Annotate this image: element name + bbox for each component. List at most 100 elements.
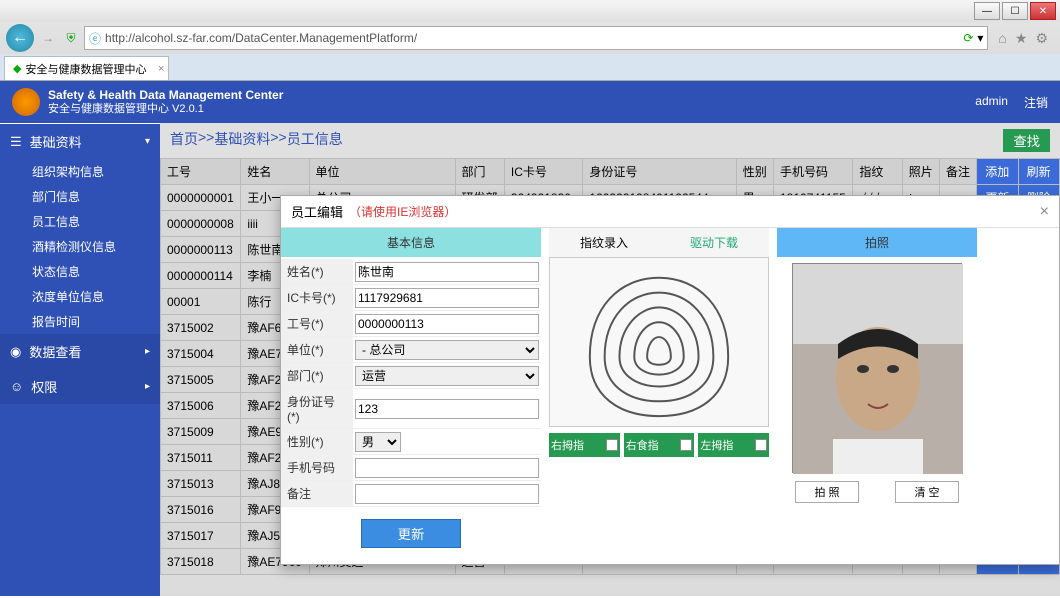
browser-tab[interactable]: ◆ 安全与健康数据管理中心 ×	[4, 56, 169, 80]
sidebar-item-6[interactable]: 报告时间	[0, 309, 160, 334]
col-header: 性别	[736, 159, 773, 185]
sidebar-cat-auth[interactable]: ☺ 权限 ▸	[0, 369, 160, 404]
finger-right-thumb-button[interactable]: 右拇指	[549, 433, 620, 457]
table-cell: 0000000113	[161, 237, 241, 263]
sidebar-item-0[interactable]: 组织架构信息	[0, 159, 160, 184]
nav-forward-button[interactable]: →	[38, 28, 58, 48]
gender-select[interactable]: 男	[355, 432, 401, 452]
col-header: 照片	[902, 159, 939, 185]
app-header: Safety & Health Data Management Center 安…	[0, 81, 1060, 123]
tools-icon[interactable]: ⚙	[1035, 30, 1048, 47]
app-title-en: Safety & Health Data Management Center	[48, 88, 283, 102]
tab-basic-info[interactable]: 基本信息	[281, 228, 541, 257]
iccard-field[interactable]	[355, 288, 539, 308]
col-header: 单位	[309, 159, 455, 185]
col-header: 指纹	[853, 159, 902, 185]
dept-select[interactable]: 运营	[355, 366, 539, 386]
col-header: 备注	[940, 159, 977, 185]
breadcrumb: 首页 >> 基础资料 >> 员工信息 查找	[160, 123, 1060, 158]
table-cell: 3715009	[161, 419, 241, 445]
chevron-right-icon: ▸	[145, 346, 150, 357]
user-icon: ☺	[10, 379, 23, 394]
col-header: 部门	[455, 159, 504, 185]
crumb-l1[interactable]: 基础资料	[214, 129, 270, 152]
col-header: 手机号码	[774, 159, 853, 185]
sidebar: ☰ 基础资料 ▾ 组织架构信息部门信息员工信息酒精检测仪信息状态信息浓度单位信息…	[0, 123, 160, 596]
sidebar-item-1[interactable]: 部门信息	[0, 184, 160, 209]
table-cell: 3715006	[161, 393, 241, 419]
sidebar-item-2[interactable]: 员工信息	[0, 209, 160, 234]
col-header[interactable]: 添加	[977, 159, 1018, 185]
col-header: 身份证号	[583, 159, 736, 185]
tab-driver-download[interactable]: 驱动下载	[659, 228, 769, 257]
search-button[interactable]: 查找	[1003, 129, 1050, 152]
refresh-icon[interactable]: ⟳	[963, 31, 973, 45]
table-cell: 3715005	[161, 367, 241, 393]
favorites-icon[interactable]: ★	[1015, 30, 1028, 47]
col-header: 工号	[161, 159, 241, 185]
header-logout[interactable]: 注销	[1024, 94, 1048, 111]
col-header: 姓名	[241, 159, 309, 185]
phone-field[interactable]	[355, 458, 539, 478]
app-title-cn: 安全与健康数据管理中心 V2.0.1	[48, 102, 283, 116]
sidebar-cat-basic[interactable]: ☰ 基础资料 ▾	[0, 124, 160, 159]
tab-favicon: ◆	[13, 62, 21, 75]
home-icon[interactable]: ⌂	[998, 30, 1006, 47]
sidebar-item-5[interactable]: 浓度单位信息	[0, 284, 160, 309]
tab-title: 安全与健康数据管理中心	[25, 61, 146, 77]
url-bar[interactable]: ⓔ http://alcohol.sz-far.com/DataCenter.M…	[84, 26, 988, 50]
tab-photo[interactable]: 拍照	[777, 228, 977, 257]
tab-close-icon[interactable]: ×	[158, 63, 164, 75]
sidebar-item-3[interactable]: 酒精检测仪信息	[0, 234, 160, 259]
fingerprint-image	[549, 257, 769, 427]
window-maximize[interactable]: ☐	[1002, 2, 1028, 20]
unit-select[interactable]: - 总公司	[355, 340, 539, 360]
crumb-l2[interactable]: 员工信息	[287, 129, 343, 152]
home-icon: ☰	[10, 134, 22, 150]
col-header: IC卡号	[504, 159, 583, 185]
table-cell: 3715002	[161, 315, 241, 341]
finger-right-index-button[interactable]: 右食指	[624, 433, 695, 457]
globe-icon: ◉	[10, 344, 21, 360]
stop-icon[interactable]: ▾	[977, 31, 983, 45]
modal-title: 员工编辑	[291, 202, 343, 221]
sidebar-item-4[interactable]: 状态信息	[0, 259, 160, 284]
finger-left-thumb-button[interactable]: 左拇指	[698, 433, 769, 457]
table-cell: 3715004	[161, 341, 241, 367]
header-user[interactable]: admin	[975, 94, 1008, 111]
table-cell: 0000000008	[161, 211, 241, 237]
note-field[interactable]	[355, 484, 539, 504]
sidebar-cat-data[interactable]: ◉ 数据查看 ▸	[0, 334, 160, 369]
chevron-down-icon: ▾	[145, 136, 150, 147]
take-photo-button[interactable]: 拍 照	[795, 481, 858, 503]
table-cell: 3715013	[161, 471, 241, 497]
crumb-home[interactable]: 首页	[170, 129, 198, 152]
table-cell: 3715017	[161, 523, 241, 549]
modal-hint: （请使用IE浏览器）	[349, 203, 456, 220]
table-cell: 0000000001	[161, 185, 241, 211]
tab-fingerprint[interactable]: 指纹录入	[549, 228, 659, 257]
table-cell: 00001	[161, 289, 241, 315]
url-text: http://alcohol.sz-far.com/DataCenter.Man…	[105, 31, 959, 45]
modal-close-icon[interactable]: ×	[1040, 203, 1049, 221]
table-cell: 3715011	[161, 445, 241, 471]
chevron-right-icon: ▸	[145, 381, 150, 392]
window-title-bar: — ☐ ✕	[0, 0, 1060, 22]
clear-photo-button[interactable]: 清 空	[895, 481, 958, 503]
table-cell: 3715018	[161, 549, 241, 575]
shield-icon: ⛨	[62, 31, 80, 46]
col-header[interactable]: 刷新	[1018, 159, 1059, 185]
table-cell: 3715016	[161, 497, 241, 523]
window-close[interactable]: ✕	[1030, 2, 1056, 20]
window-minimize[interactable]: —	[974, 2, 1000, 20]
update-button[interactable]: 更新	[361, 519, 461, 548]
idcard-field[interactable]	[355, 399, 539, 419]
employee-edit-modal: 员工编辑 （请使用IE浏览器） × 基本信息 姓名(*) IC卡号(*) 工号(…	[280, 195, 1060, 565]
table-cell: 0000000114	[161, 263, 241, 289]
ie-icon: ⓔ	[89, 30, 101, 47]
app-logo	[12, 88, 40, 116]
empno-field[interactable]	[355, 314, 539, 334]
nav-back-button[interactable]: ←	[6, 24, 34, 52]
name-field[interactable]	[355, 262, 539, 282]
photo-preview	[792, 263, 962, 473]
